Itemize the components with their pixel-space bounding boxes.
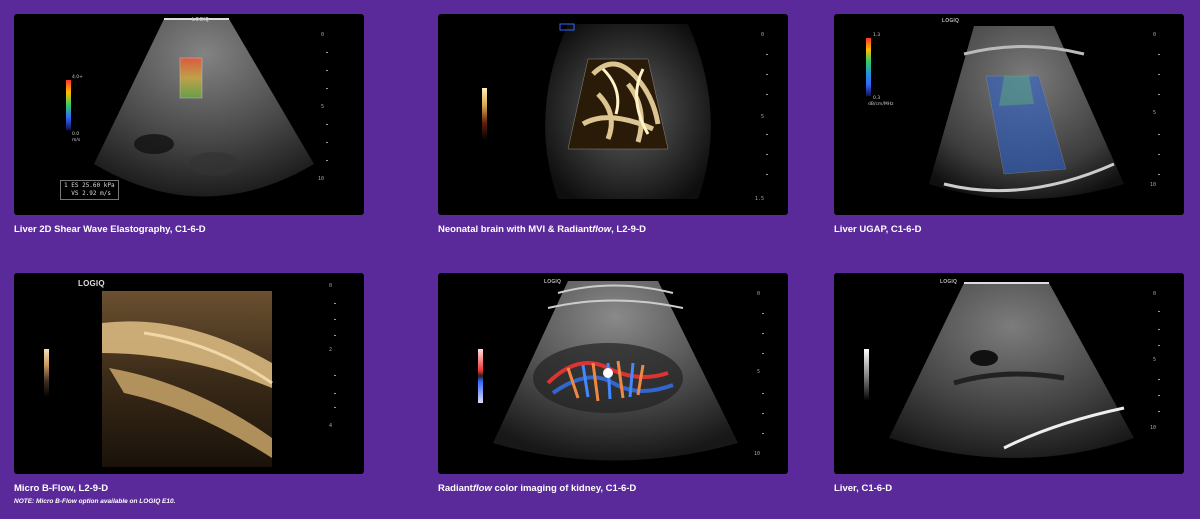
colorbar-top-label: 1.3 — [873, 33, 881, 38]
depth-scale: 0 5 10 — [746, 283, 764, 464]
ultrasound-image-liver — [889, 282, 1134, 458]
depth-label: 2 — [328, 347, 332, 353]
colorbar-bottom-label: 0.0 — [72, 132, 80, 137]
brand-logo: LOGIQ — [78, 279, 105, 288]
depth-scale: 0 5 1.5 — [750, 24, 768, 205]
measurement-es: ES 25.60 kPa — [71, 182, 115, 189]
depth-label: 0 — [1152, 291, 1156, 297]
color-scale-bar — [866, 38, 871, 96]
depth-label: 1.5 — [754, 196, 764, 202]
panel-liver-ugap: LOGIQ 1.3 0.3 dB/cm/MHz 0 5 10 — [834, 14, 1184, 215]
measurement-vs: VS 2.92 m/s — [71, 190, 111, 197]
depth-label: 5 — [320, 104, 324, 110]
color-scale-bar — [864, 349, 869, 401]
depth-label: 5 — [1152, 357, 1156, 363]
brand-logo: LOGIQ — [544, 279, 562, 285]
depth-label: 0 — [760, 32, 764, 38]
measurement-box: 1 ES 25.60 kPa VS 2.92 m/s — [60, 180, 119, 200]
brand-logo: LOGIQ — [192, 17, 210, 23]
caption-liver-swe: Liver 2D Shear Wave Elastography, C1-6-D — [14, 224, 206, 235]
depth-label: 10 — [317, 176, 324, 182]
panel-liver-swe: LOGIQ 4.0+ 0.0 m/s 1 ES 25.60 kPa VS 2.9… — [14, 14, 364, 215]
caption-liver: Liver, C1-6-D — [834, 483, 893, 494]
depth-label: 0 — [1152, 32, 1156, 38]
measurement-index: 1 — [64, 182, 68, 189]
caption-liver-ugap: Liver UGAP, C1-6-D — [834, 224, 922, 235]
brand-logo: LOGIQ — [942, 18, 960, 24]
panel-liver: LOGIQ 0 5 10 — [834, 273, 1184, 474]
depth-label: 10 — [1149, 182, 1156, 188]
caption-neonatal-brain: Neonatal brain with MVI & Radiantflow, L… — [438, 224, 646, 235]
ultrasound-image-micro-b-flow — [102, 291, 273, 467]
caption-micro-b-flow: Micro B-Flow, L2-9-D — [14, 483, 109, 494]
depth-label: 5 — [1152, 110, 1156, 116]
brand-logo: LOGIQ — [940, 279, 958, 285]
colorbar-bottom-label: 0.3 — [873, 96, 881, 101]
color-scale-bar — [66, 80, 71, 130]
panel-micro-b-flow: LOGIQ 0 2 4 — [14, 273, 364, 474]
panel-neonatal-brain: 0 5 1.5 — [438, 14, 788, 215]
depth-label: 4 — [328, 423, 332, 429]
depth-label: 0 — [756, 291, 760, 297]
depth-scale: 0 5 10 — [1142, 283, 1160, 464]
ultrasound-image-neonatal-brain — [545, 23, 711, 199]
depth-label: 5 — [756, 369, 760, 375]
caption-kidney-radiantflow: Radiantflow color imaging of kidney, C1-… — [438, 483, 637, 494]
colorbar-top-label: 4.0+ — [72, 75, 83, 80]
color-scale-bar — [44, 349, 49, 397]
panel-kidney-radiantflow: LOGIQ 0 5 10 — [438, 273, 788, 474]
color-scale-bar — [478, 349, 483, 403]
footnote: NOTE: Micro B-Flow option available on L… — [14, 498, 176, 505]
colorbar-unit-label: m/s — [72, 138, 81, 143]
depth-scale: 0 2 4 — [318, 283, 336, 464]
color-scale-bar — [482, 88, 487, 140]
depth-label: 0 — [328, 283, 332, 289]
depth-scale: 0 5 10 — [310, 24, 328, 205]
depth-label: 5 — [760, 114, 764, 120]
depth-label: 0 — [320, 32, 324, 38]
depth-label: 10 — [753, 451, 760, 457]
colorbar-unit-label: dB/cm/MHz — [868, 102, 894, 107]
ultrasound-image-liver-ugap — [929, 26, 1124, 199]
ultrasound-image-kidney — [493, 281, 738, 461]
depth-label: 10 — [1149, 425, 1156, 431]
depth-scale: 0 5 10 — [1142, 24, 1160, 205]
